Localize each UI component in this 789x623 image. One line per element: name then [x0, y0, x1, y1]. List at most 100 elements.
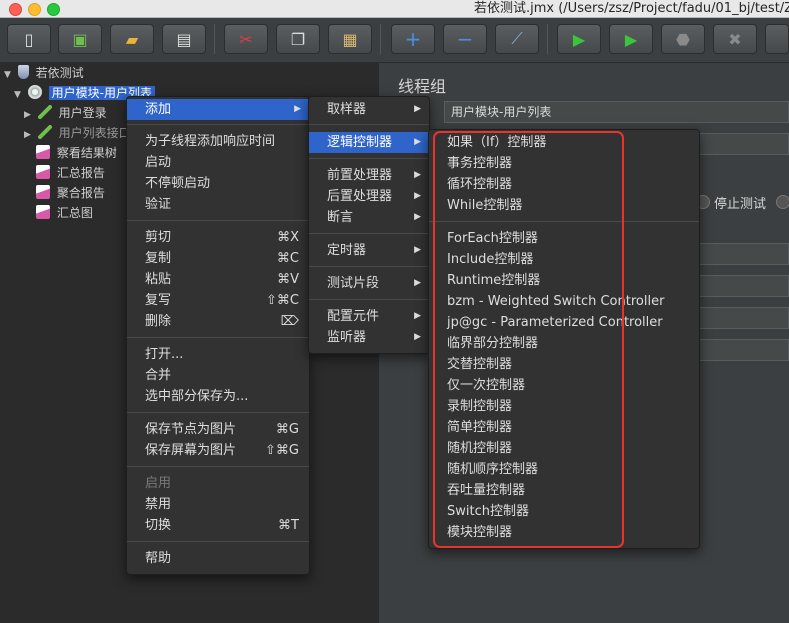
- menu-item-config-element[interactable]: 配置元件 ▶: [309, 306, 429, 327]
- submenu-arrow-icon: ▶: [414, 191, 421, 201]
- plus-icon: +: [404, 27, 422, 51]
- menu-item-simple-controller[interactable]: 简单控制器: [429, 417, 699, 438]
- menu-separator: [309, 266, 429, 267]
- expanded-triangle-icon[interactable]: ▼: [14, 85, 24, 105]
- menu-item-random-controller[interactable]: 随机控制器: [429, 438, 699, 459]
- menu-item-weighted-switch-controller[interactable]: bzm - Weighted Switch Controller: [429, 291, 699, 312]
- tree-node-listener[interactable]: 汇总报告: [36, 163, 105, 183]
- menu-item-remove[interactable]: 删除 ⌦: [127, 311, 309, 332]
- menu-item-save-node-as-image[interactable]: 保存节点为图片 ⌘G: [127, 419, 309, 440]
- menu-item-parameterized-controller[interactable]: jp@gc - Parameterized Controller: [429, 312, 699, 333]
- menu-separator: [429, 221, 699, 222]
- toolbar-overflow-button[interactable]: [765, 24, 789, 54]
- collapsed-triangle-icon[interactable]: ▶: [24, 125, 34, 145]
- radio-button[interactable]: [776, 195, 789, 209]
- context-menu: 添加 ▶ 为子线程添加响应时间 启动 不停顿启动 验证 剪切 ⌘X 复制 ⌘C 粘贴 ⌘…: [126, 96, 310, 575]
- shortcut-label: ⌘X: [277, 230, 299, 245]
- menu-item-foreach-controller[interactable]: ForEach控制器: [429, 228, 699, 249]
- zoom-window-button[interactable]: [47, 3, 60, 16]
- menu-item-enable: 启用: [145, 476, 172, 491]
- menu-separator: [309, 158, 429, 159]
- add-submenu: 取样器 ▶ 逻辑控制器 ▶ 前置处理器 ▶ 后置处理器 ▶ 断言 ▶ 定时器 ▶ 测试片段 ▶…: [308, 96, 430, 354]
- menu-item-post-processors[interactable]: 后置处理器 ▶: [309, 186, 429, 207]
- shortcut-label: ⇧⌘G: [265, 443, 299, 458]
- menu-item-listener[interactable]: 监听器 ▶: [309, 327, 429, 348]
- stop-icon: ⬣: [676, 29, 690, 49]
- shutdown-button[interactable]: ✖: [713, 24, 757, 54]
- shortcut-label: ⌘G: [275, 422, 299, 437]
- menu-item-add[interactable]: 添加 ▶: [127, 99, 309, 120]
- menu-item-cut[interactable]: 剪切 ⌘X: [127, 227, 309, 248]
- close-window-button[interactable]: [9, 3, 22, 16]
- menu-item-open[interactable]: 打开...: [127, 344, 309, 365]
- menu-item-throughput-controller[interactable]: 吞吐量控制器: [429, 480, 699, 501]
- start-button[interactable]: ▶: [557, 24, 601, 54]
- start-no-pauses-button[interactable]: ▶: [609, 24, 653, 54]
- toolbar-separator: [380, 24, 381, 54]
- toggle-button[interactable]: ⟋: [495, 24, 539, 54]
- menu-item-toggle[interactable]: 切换 ⌘T: [127, 515, 309, 536]
- menu-item-save-screen-as-image[interactable]: 保存屏幕为图片 ⇧⌘G: [127, 440, 309, 461]
- menu-item-assertions[interactable]: 断言 ▶: [309, 207, 429, 228]
- shortcut-label: ⌘T: [278, 518, 299, 533]
- cut-button[interactable]: ✂: [224, 24, 268, 54]
- menu-item-recording-controller[interactable]: 录制控制器: [429, 396, 699, 417]
- tree-node-test-plan[interactable]: ▼ 若依测试: [4, 63, 84, 83]
- menu-item-start-no-pauses[interactable]: 不停顿启动: [127, 173, 309, 194]
- menu-separator: [127, 466, 309, 467]
- menu-item-add-think-times[interactable]: 为子线程添加响应时间: [127, 131, 309, 152]
- collapse-button[interactable]: −: [443, 24, 487, 54]
- menu-item-timer[interactable]: 定时器 ▶: [309, 240, 429, 261]
- menu-item-transaction-controller[interactable]: 事务控制器: [429, 153, 699, 174]
- menu-item-validate[interactable]: 验证: [127, 194, 309, 215]
- tree-node-listener[interactable]: 聚合报告: [36, 183, 105, 203]
- menu-item-random-order-controller[interactable]: 随机顺序控制器: [429, 459, 699, 480]
- menu-item-sampler[interactable]: 取样器 ▶: [309, 99, 429, 120]
- paste-button[interactable]: ▦: [328, 24, 372, 54]
- menu-item-loop-controller[interactable]: 循环控制器: [429, 174, 699, 195]
- menu-item-once-only-controller[interactable]: 仅一次控制器: [429, 375, 699, 396]
- menu-item-help[interactable]: 帮助: [127, 548, 309, 569]
- menu-item-test-fragment[interactable]: 测试片段 ▶: [309, 273, 429, 294]
- menu-item-include-controller[interactable]: Include控制器: [429, 249, 699, 270]
- menu-item-while-controller[interactable]: While控制器: [429, 195, 699, 216]
- tree-node-sampler[interactable]: ▶ 用户登录: [24, 103, 107, 123]
- clipboard-icon: ▦: [342, 29, 358, 49]
- open-button[interactable]: ▰: [110, 24, 154, 54]
- menu-item-paste[interactable]: 粘贴 ⌘V: [127, 269, 309, 290]
- new-button[interactable]: ▯: [7, 24, 51, 54]
- menu-item-logic-controller[interactable]: 逻辑控制器 ▶: [309, 132, 429, 153]
- save-button[interactable]: ▤: [162, 24, 206, 54]
- collapsed-triangle-icon[interactable]: ▶: [24, 105, 34, 125]
- menu-item-merge[interactable]: 合并: [127, 365, 309, 386]
- menu-item-critical-section-controller[interactable]: 临界部分控制器: [429, 333, 699, 354]
- tree-node-listener[interactable]: 察看结果树: [36, 143, 117, 163]
- expand-button[interactable]: +: [391, 24, 435, 54]
- logic-controller-submenu: 如果（If）控制器 事务控制器 循环控制器 While控制器 ForEach控制…: [428, 129, 700, 549]
- menu-item-interleave-controller[interactable]: 交替控制器: [429, 354, 699, 375]
- tree-node-listener[interactable]: 汇总图: [36, 203, 93, 223]
- expanded-triangle-icon[interactable]: ▼: [4, 65, 14, 85]
- menu-separator: [127, 337, 309, 338]
- stop-button[interactable]: ⬣: [661, 24, 705, 54]
- minimize-window-button[interactable]: [28, 3, 41, 16]
- templates-button[interactable]: ▣: [58, 24, 102, 54]
- menu-item-runtime-controller[interactable]: Runtime控制器: [429, 270, 699, 291]
- submenu-arrow-icon: ▶: [414, 332, 421, 342]
- menu-item-start[interactable]: 启动: [127, 152, 309, 173]
- menu-item-save-selection-as[interactable]: 选中部分保存为...: [127, 386, 309, 407]
- tree-node-sampler[interactable]: ▶ 用户列表接口: [24, 123, 131, 143]
- menu-item-if-controller[interactable]: 如果（If）控制器: [429, 132, 699, 153]
- menu-item-switch-controller[interactable]: Switch控制器: [429, 501, 699, 522]
- menu-item-duplicate[interactable]: 复写 ⇧⌘C: [127, 290, 309, 311]
- submenu-arrow-icon: ▶: [414, 245, 421, 255]
- menu-item-disable[interactable]: 禁用: [127, 494, 309, 515]
- name-field[interactable]: 用户模块-用户列表: [444, 101, 789, 123]
- delete-key-icon: ⌦: [280, 314, 299, 329]
- copy-button[interactable]: ❐: [276, 24, 320, 54]
- menu-item-pre-processors[interactable]: 前置处理器 ▶: [309, 165, 429, 186]
- menu-item-copy[interactable]: 复制 ⌘C: [127, 248, 309, 269]
- new-document-icon: ▯: [24, 29, 34, 49]
- menu-item-module-controller[interactable]: 模块控制器: [429, 522, 699, 543]
- submenu-arrow-icon: ▶: [414, 137, 421, 147]
